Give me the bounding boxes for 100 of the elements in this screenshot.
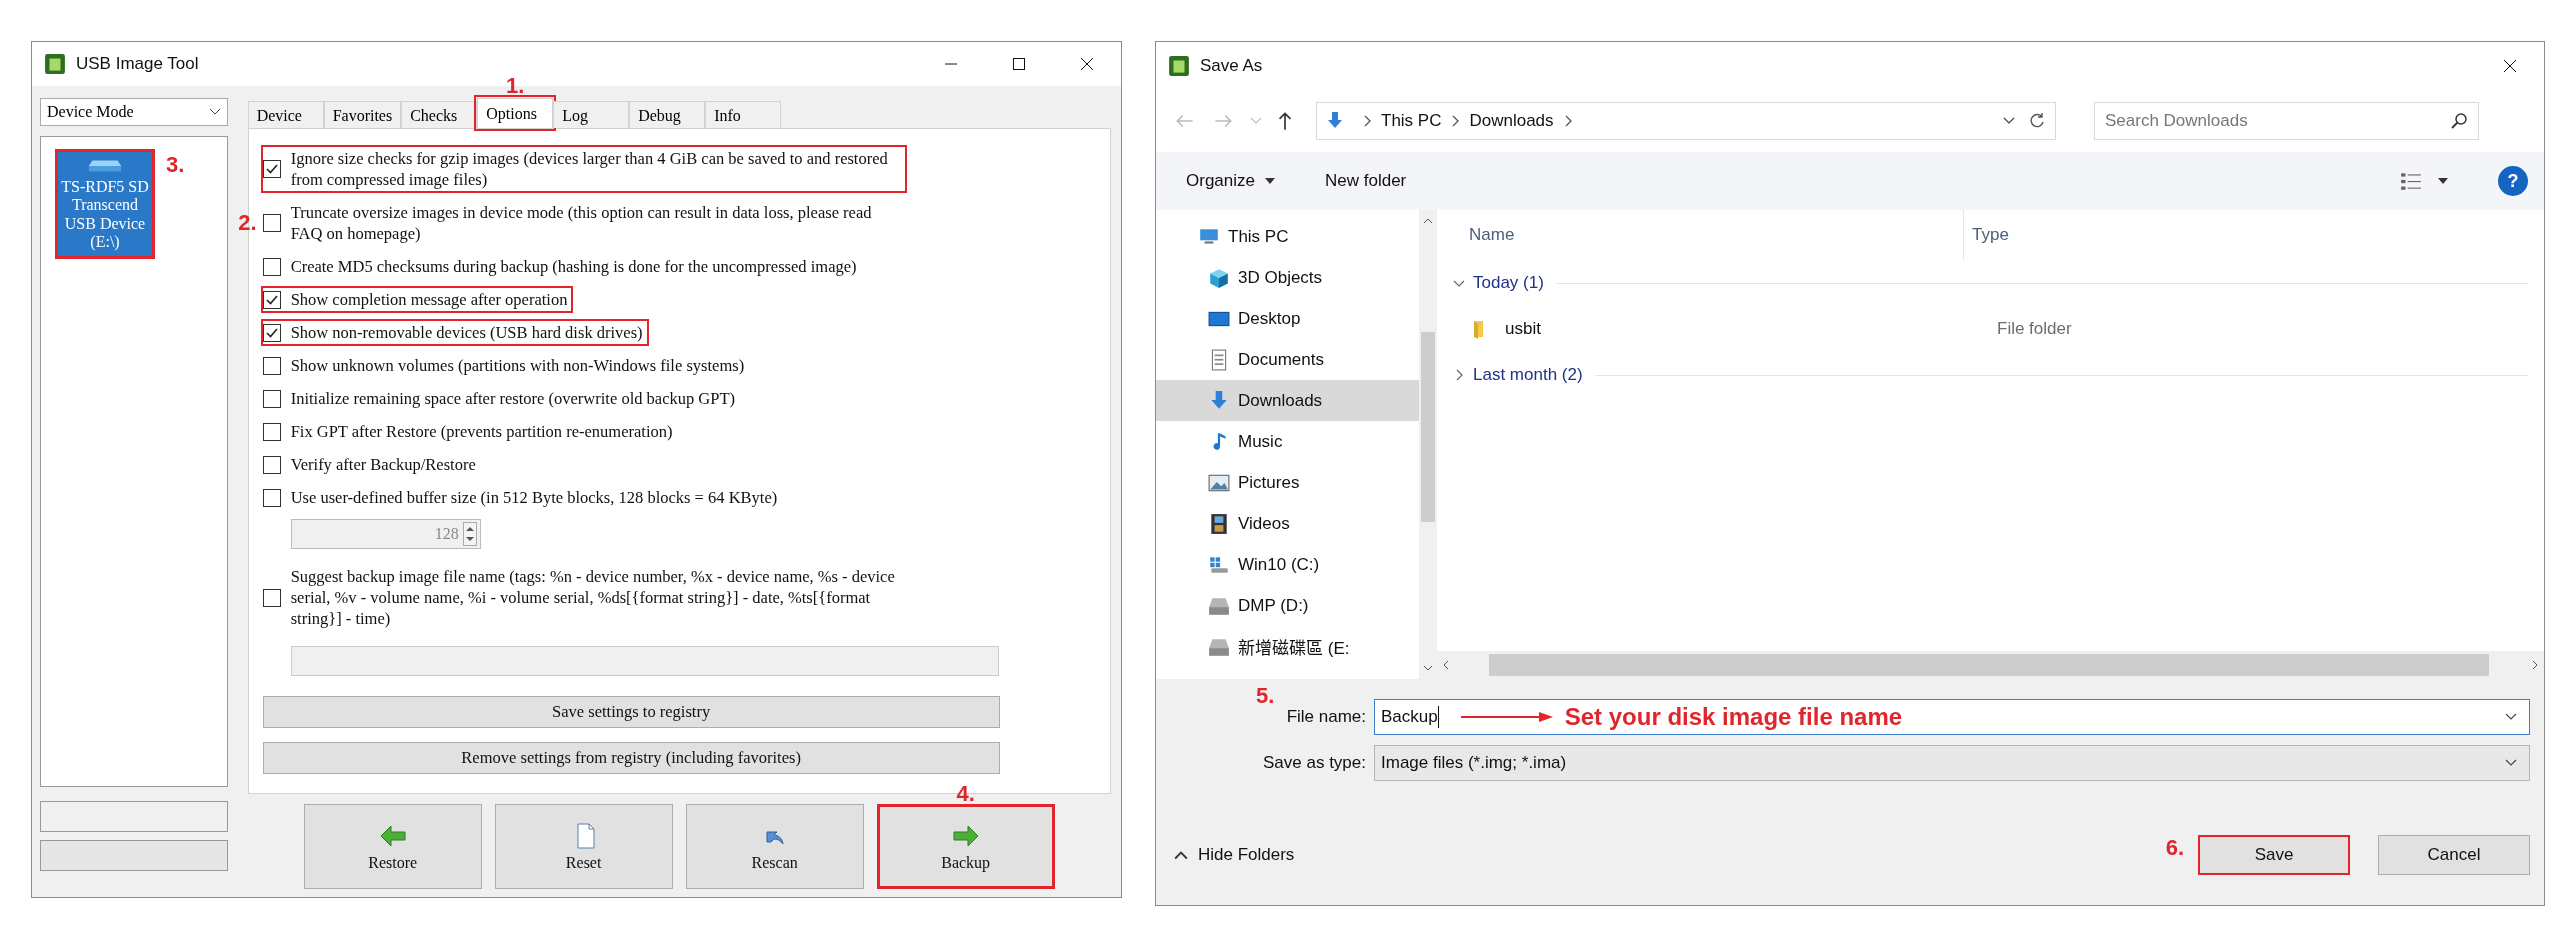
app-icon	[1168, 55, 1190, 77]
scroll-down-icon[interactable]	[1423, 665, 1433, 671]
window-title: Save As	[1200, 56, 1263, 76]
search-icon	[2449, 111, 2469, 131]
tab[interactable]: Device	[247, 101, 324, 128]
checkbox[interactable]	[262, 290, 281, 309]
scroll-up-icon[interactable]	[1423, 218, 1433, 224]
step-number: 6.	[2165, 835, 2184, 861]
step-number: 2.	[238, 210, 257, 236]
checkbox[interactable]	[262, 323, 281, 342]
registry-button[interactable]: Save settings to registry	[262, 696, 1000, 728]
option-label: Ignore size checks for gzip images (devices larger than 4 GiB can be saved to and restored from compressed image files)	[290, 148, 889, 190]
option-label: Show unknown volumes (partitions with non-Windows file systems)	[290, 355, 745, 376]
option-label: Truncate oversize images in device mode (this option can result in data loss, please read FAQ on homepage)	[290, 202, 873, 244]
film-icon	[1208, 512, 1230, 535]
caret-icon[interactable]	[2003, 117, 2015, 125]
checkbox[interactable]	[262, 455, 281, 474]
chevron-icon[interactable]	[1174, 850, 1188, 860]
checkbox[interactable]	[262, 422, 281, 441]
navigation-item[interactable]: 新增磁碟區 (E:	[1156, 626, 1419, 667]
dialog-button[interactable]: Save	[2198, 835, 2350, 875]
help-button[interactable]: ?	[2498, 166, 2528, 196]
checkbox[interactable]	[262, 356, 281, 375]
step-number: 5.	[1256, 683, 1275, 709]
group-header[interactable]: Last month (2)	[1473, 365, 1583, 385]
step-number: 4.	[956, 783, 975, 805]
field-label: Save as type:	[1262, 753, 1367, 773]
action-button[interactable]: Rescan	[685, 804, 864, 889]
option-label: Use user-defined buffer size (in 512 Byte blocks, 128 blocks = 64 KByte)	[290, 487, 778, 508]
navigation-item[interactable]: Downloads	[1156, 380, 1419, 421]
file-type-dropdown[interactable]: Image files (*.img; *.ima)	[1374, 745, 2530, 781]
caret-icon	[2505, 713, 2517, 721]
close-icon[interactable]	[2502, 58, 2518, 74]
tab[interactable]: Debug	[629, 101, 706, 128]
tab[interactable]: Checks	[401, 101, 478, 128]
mode-dropdown[interactable]: Device Mode	[40, 98, 228, 126]
checkbox[interactable]	[262, 389, 281, 408]
checkbox[interactable]	[262, 160, 281, 178]
chevron-icon	[1363, 115, 1371, 127]
navigation-item[interactable]: 3D Objects	[1156, 257, 1419, 298]
chevron-icon	[1563, 115, 1572, 127]
dialog-button[interactable]: Cancel	[2378, 835, 2530, 875]
registry-button[interactable]: Remove settings from registry (including favorites)	[262, 742, 1000, 774]
navigation-item[interactable]: Desktop	[1156, 298, 1419, 339]
option-label: Initialize remaining space after restore (overwrite old backup GPT)	[290, 388, 736, 409]
search-field[interactable]: Search Downloads	[2094, 102, 2479, 140]
app-icon	[44, 53, 66, 75]
cube-icon	[1208, 266, 1230, 289]
navigation-item[interactable]: Documents	[1156, 339, 1419, 380]
navigation-item[interactable]: Videos	[1156, 503, 1419, 544]
caret-icon[interactable]	[2438, 178, 2448, 184]
checkbox[interactable]	[262, 257, 281, 276]
address-bar[interactable]: This PC Downloads	[1316, 102, 2056, 140]
navigation-item[interactable]: DMP (D:)	[1156, 585, 1419, 626]
tab[interactable]: Log	[553, 101, 630, 128]
column-header[interactable]: Name	[1469, 225, 1963, 245]
option-label: Suggest backup image file name (tags: %n - device number, %x - device name, %s - device serial, %v - volume name, %i - volume serial, %ds[{format string}] - date, %ts[{format string}] - time)	[290, 566, 896, 629]
checkbox[interactable]	[262, 488, 281, 507]
step-number: 3.	[166, 152, 185, 178]
checkbox[interactable]	[262, 214, 281, 232]
navigation-item[interactable]: Win10 (C:)	[1156, 544, 1419, 585]
chevron-icon	[1451, 115, 1460, 127]
option-label: Show non-removable devices (USB hard disk drives)	[290, 322, 643, 343]
option-label: Create MD5 checksums during backup (hashing is done for the uncompressed image)	[290, 256, 857, 277]
step-number: 1.	[506, 75, 525, 97]
file-type: File folder	[1997, 319, 2072, 339]
breadcrumb-item[interactable]: Downloads	[1469, 111, 1554, 131]
breadcrumb-item[interactable]: This PC	[1381, 111, 1442, 131]
scroll-left-icon[interactable]	[1443, 660, 1449, 670]
hide-folders-button[interactable]: Hide Folders	[1198, 845, 1295, 865]
new-folder-button[interactable]: New folder	[1325, 171, 1407, 191]
group-header[interactable]: Today (1)	[1473, 273, 1544, 293]
navigation-item[interactable]: Pictures	[1156, 462, 1419, 503]
caret-icon	[208, 108, 221, 116]
tab[interactable]: Info	[705, 101, 782, 128]
column-header[interactable]: Type	[1972, 225, 2009, 245]
window-title: USB Image Tool	[76, 54, 199, 74]
scroll-right-icon[interactable]	[2532, 660, 2538, 670]
checkbox[interactable]	[262, 588, 281, 607]
navigation-item[interactable]: This PC	[1156, 216, 1419, 257]
action-button[interactable]: Restore	[303, 804, 482, 889]
view-options-icon[interactable]	[2400, 170, 2422, 192]
drive-icon	[87, 158, 123, 174]
tab[interactable]: Favorites	[323, 101, 402, 128]
file-name[interactable]: usbit	[1505, 319, 1997, 339]
option-label: Verify after Backup/Restore	[290, 454, 476, 475]
caret-icon[interactable]	[1265, 178, 1275, 184]
annotation-text: Set your disk image file name	[1564, 703, 1903, 731]
close-icon[interactable]	[1079, 56, 1095, 72]
scrollbar[interactable]	[1419, 210, 1437, 679]
action-button[interactable]: Reset	[494, 804, 673, 889]
field-label: File name:	[1285, 707, 1367, 727]
organize-menu[interactable]: Organize	[1186, 171, 1255, 191]
file-name-field[interactable]: Backup Set your disk image file name	[1374, 699, 2530, 735]
maximize-icon[interactable]	[1011, 56, 1027, 72]
option-label: Fix GPT after Restore (prevents partition re-enumeration)	[290, 421, 673, 442]
navigation-item[interactable]: Music	[1156, 421, 1419, 462]
caret-icon	[2505, 759, 2517, 767]
option-label: Show completion message after operation	[290, 289, 568, 310]
scrollbar[interactable]	[1437, 651, 2544, 679]
